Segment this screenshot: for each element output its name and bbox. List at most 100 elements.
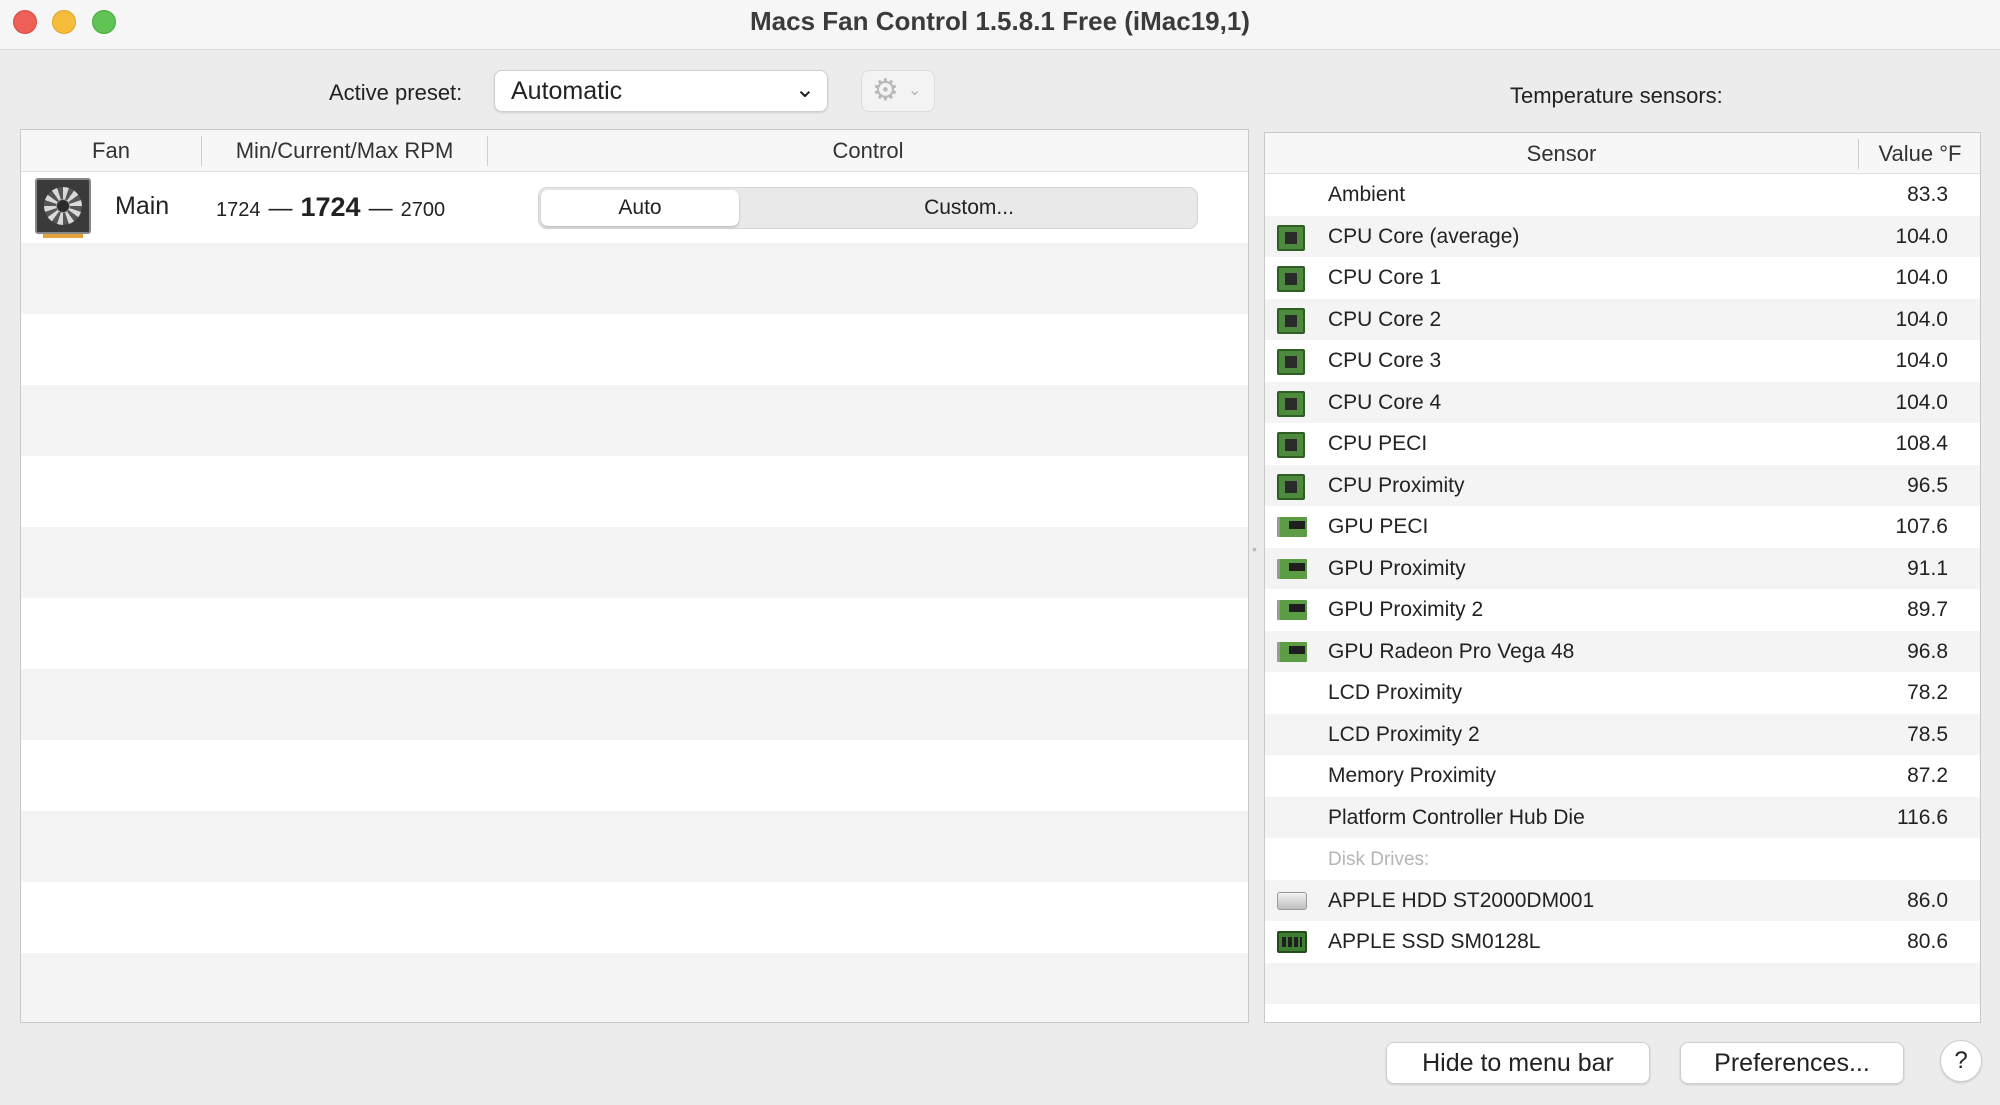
sensor-name: CPU PECI: [1328, 432, 1428, 455]
cpu-chip-icon: [1277, 473, 1305, 500]
fan-table: Fan Min/Current/Max RPM Control Main 172…: [20, 129, 1249, 1023]
active-preset-label: Active preset:: [329, 80, 463, 105]
sensor-row[interactable]: APPLE HDD ST2000DM001 86.0: [1265, 879, 1980, 921]
sensor-value: 107.6: [1895, 515, 1948, 538]
empty-row: [21, 953, 1248, 1022]
sensor-value: 96.8: [1907, 639, 1948, 663]
sensor-row[interactable]: CPU Core 3 104.0: [1265, 340, 1980, 382]
fan-control-auto-button[interactable]: Auto: [541, 190, 739, 226]
sensor-row[interactable]: LCD Proximity 2 78.5: [1265, 713, 1980, 755]
split-view-handle[interactable]: •: [1252, 541, 1260, 557]
sensor-name: Ambient: [1328, 183, 1406, 206]
sensor-table-header: Sensor Value °F: [1265, 133, 1980, 174]
window-title: Macs Fan Control 1.5.8.1 Free (iMac19,1): [750, 6, 1250, 36]
sensor-name: GPU Proximity: [1328, 556, 1466, 580]
sensor-value: 78.2: [1907, 681, 1948, 704]
fan-table-header: Fan Min/Current/Max RPM Control: [21, 130, 1248, 172]
sensor-name: APPLE HDD ST2000DM001: [1328, 888, 1595, 912]
sensor-name: CPU Core (average): [1328, 224, 1520, 248]
sensor-row[interactable]: GPU PECI 107.6: [1265, 506, 1980, 548]
sensor-name: APPLE SSD SM0128L: [1328, 930, 1541, 953]
sensor-name: GPU PECI: [1328, 515, 1429, 538]
sensor-value: 78.5: [1907, 722, 1948, 746]
sensor-name: Memory Proximity: [1328, 764, 1497, 787]
sensor-value: 104.0: [1895, 224, 1948, 248]
disk-drives-section-label: Disk Drives:: [1328, 849, 1430, 870]
empty-row: [21, 669, 1248, 740]
sensor-value: 91.1: [1907, 556, 1948, 580]
sensor-row[interactable]: APPLE SSD SM0128L 80.6: [1265, 921, 1980, 963]
sensor-value: 116.6: [1897, 805, 1948, 829]
app-window: Macs Fan Control 1.5.8.1 Free (iMac19,1)…: [0, 0, 2000, 1105]
hdd-drive-icon: [1277, 891, 1307, 910]
fan-name: Main: [115, 192, 170, 220]
cpu-chip-icon: [1277, 432, 1305, 458]
sensor-row[interactable]: CPU Core 1 104.0: [1265, 257, 1980, 299]
title-bar: Macs Fan Control 1.5.8.1 Free (iMac19,1): [0, 0, 2000, 50]
help-button[interactable]: ?: [1940, 1040, 1982, 1082]
cpu-chip-icon: [1277, 390, 1305, 417]
sensor-value: 87.2: [1907, 764, 1948, 787]
sensor-value: 96.5: [1907, 473, 1948, 497]
disk-drives-section-row: Disk Drives:: [1265, 838, 1980, 880]
fan-current-rpm: 1724: [300, 192, 361, 222]
sensor-value: 108.4: [1895, 432, 1948, 455]
preferences-button[interactable]: Preferences...: [1680, 1042, 1904, 1084]
sensor-name: CPU Proximity: [1328, 473, 1465, 497]
sensor-value: 104.0: [1895, 349, 1948, 372]
sensor-row[interactable]: CPU Core 4 104.0: [1265, 381, 1980, 423]
column-header-sensor[interactable]: Sensor: [1265, 141, 1858, 167]
sensor-row[interactable]: Platform Controller Hub Die 116.6: [1265, 796, 1980, 838]
fan-control-custom-button[interactable]: Custom...: [743, 190, 1195, 226]
fan-min-rpm: 1724: [216, 199, 261, 221]
gear-icon: ⚙: [872, 74, 899, 107]
sensor-name: GPU Proximity 2: [1328, 598, 1484, 621]
cpu-chip-icon: [1277, 224, 1305, 251]
sensor-row[interactable]: Ambient 83.3: [1265, 174, 1980, 216]
fan-control-segmented: Auto Custom...: [538, 187, 1198, 229]
empty-row: [21, 243, 1248, 314]
active-preset-dropdown[interactable]: Automatic ⌄: [494, 70, 828, 112]
empty-row: [21, 385, 1248, 456]
sensor-name: Platform Controller Hub Die: [1328, 805, 1585, 829]
gpu-card-icon: [1277, 641, 1307, 662]
sensor-row[interactable]: CPU Proximity 96.5: [1265, 464, 1980, 506]
sensor-name: LCD Proximity 2: [1328, 722, 1480, 746]
sensor-value: 104.0: [1895, 390, 1948, 414]
column-header-value[interactable]: Value °F: [1859, 141, 1980, 167]
sensor-row[interactable]: GPU Proximity 91.1: [1265, 547, 1980, 589]
sensor-row[interactable]: LCD Proximity 78.2: [1265, 672, 1980, 714]
chevron-down-icon: ⌄: [908, 82, 922, 99]
sensor-row[interactable]: CPU Core 2 104.0: [1265, 298, 1980, 340]
empty-row: [1265, 962, 1980, 1004]
cpu-chip-icon: [1277, 266, 1305, 292]
temperature-sensors-label: Temperature sensors:: [1510, 83, 1723, 108]
sensor-row[interactable]: GPU Radeon Pro Vega 48 96.8: [1265, 630, 1980, 672]
preset-settings-button[interactable]: ⚙ ⌄: [861, 70, 935, 112]
fan-row-main[interactable]: Main 1724—1724—2700 Auto Custom...: [21, 172, 1248, 243]
ssd-drive-icon: [1277, 931, 1307, 953]
column-header-control[interactable]: Control: [488, 138, 1248, 164]
empty-row: [1265, 1004, 1980, 1022]
sensor-row[interactable]: CPU Core (average) 104.0: [1265, 215, 1980, 257]
sensor-name: GPU Radeon Pro Vega 48: [1328, 639, 1575, 663]
gpu-card-icon: [1277, 558, 1307, 579]
sensor-name: LCD Proximity: [1328, 681, 1463, 704]
sensor-value: 104.0: [1895, 307, 1948, 331]
sensor-row[interactable]: GPU Proximity 2 89.7: [1265, 589, 1980, 631]
fan-max-rpm: 2700: [400, 199, 446, 221]
sensor-name: CPU Core 2: [1328, 307, 1442, 331]
column-header-rpm[interactable]: Min/Current/Max RPM: [202, 138, 487, 164]
column-header-fan[interactable]: Fan: [21, 138, 201, 164]
active-preset-value: Automatic: [511, 77, 623, 105]
sensor-value: 104.0: [1895, 266, 1948, 289]
sensor-row[interactable]: Memory Proximity 87.2: [1265, 755, 1980, 797]
sensor-value: 80.6: [1907, 930, 1948, 953]
sensor-name: CPU Core 4: [1328, 390, 1442, 414]
sensor-name: CPU Core 1: [1328, 266, 1442, 289]
sensor-table: Sensor Value °F Ambient 83.3 CPU Core (ave…: [1264, 132, 1981, 1023]
sensor-name: CPU Core 3: [1328, 349, 1442, 372]
cpu-chip-icon: [1277, 307, 1305, 334]
hide-to-menu-bar-button[interactable]: Hide to menu bar: [1386, 1042, 1650, 1084]
sensor-row[interactable]: CPU PECI 108.4: [1265, 423, 1980, 465]
